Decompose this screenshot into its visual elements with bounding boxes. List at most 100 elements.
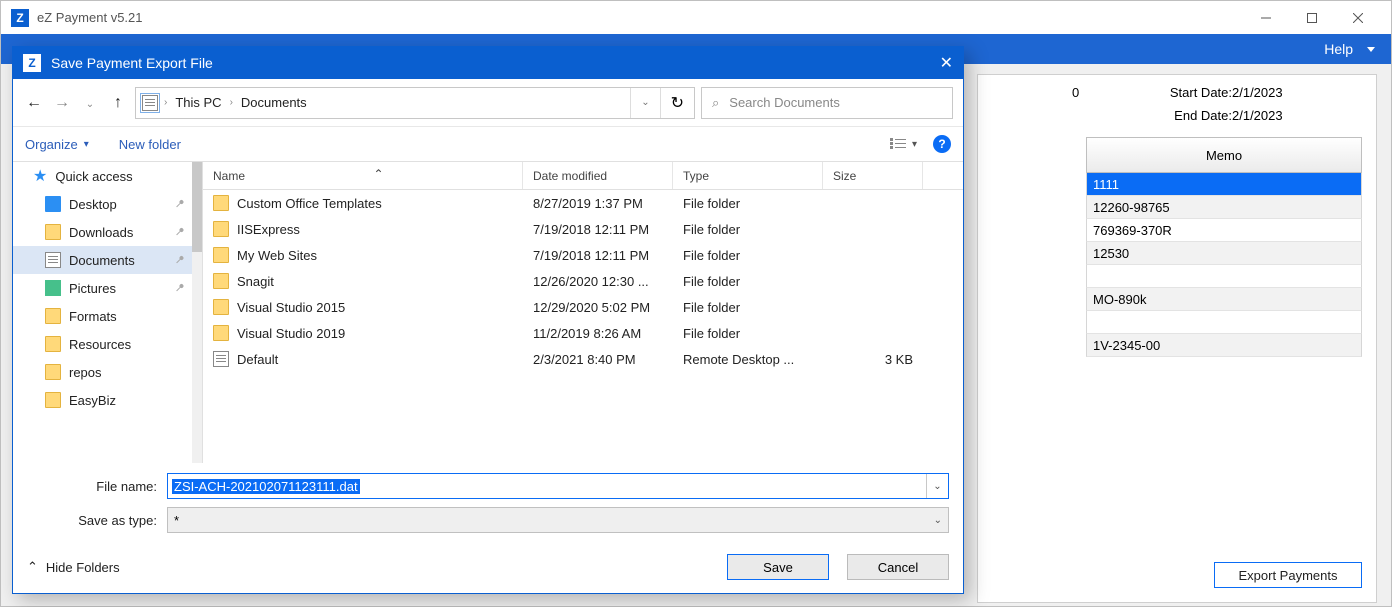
memo-row[interactable]: 12260-98765 <box>1086 196 1362 219</box>
search-placeholder: Search Documents <box>729 95 840 110</box>
file-type: File folder <box>673 222 823 237</box>
dialog-toolbar: Organize ▾ New folder ▾ ? <box>13 127 963 161</box>
hide-folders-button[interactable]: ⌃ Hide Folders <box>27 559 120 575</box>
pic-icon <box>45 280 61 296</box>
filename-dropdown[interactable]: ⌄ <box>926 474 948 498</box>
column-type[interactable]: Type <box>673 162 823 189</box>
file-list: Name⌃ Date modified Type Size Custom Off… <box>203 162 963 463</box>
doc-icon <box>45 252 61 268</box>
scrollbar-thumb[interactable] <box>192 162 202 252</box>
quick-access[interactable]: ★ Quick access <box>13 162 192 190</box>
folder-icon <box>213 273 229 289</box>
tree-scrollbar[interactable] <box>192 162 202 463</box>
search-input[interactable]: ⌕ Search Documents <box>701 87 953 119</box>
nav-back-button[interactable]: ← <box>23 94 45 112</box>
chevron-up-icon: ⌃ <box>27 559 38 575</box>
end-date-value[interactable]: 2/1/2023 <box>1232 108 1362 123</box>
tree-item[interactable]: Pictures <box>13 274 192 302</box>
breadcrumb-root[interactable]: This PC <box>167 95 229 110</box>
tree-item[interactable]: Formats <box>13 302 192 330</box>
file-name: My Web Sites <box>237 248 317 263</box>
tree-item[interactable]: Documents <box>13 246 192 274</box>
file-date: 8/27/2019 1:37 PM <box>523 196 673 211</box>
save-button[interactable]: Save <box>727 554 829 580</box>
tree-item[interactable]: Downloads <box>13 218 192 246</box>
close-button[interactable] <box>1335 3 1381 33</box>
column-name[interactable]: Name⌃ <box>203 162 523 189</box>
help-menu[interactable]: Help <box>1324 41 1375 57</box>
minimize-button[interactable] <box>1243 3 1289 33</box>
file-row[interactable]: Visual Studio 201512/29/2020 5:02 PMFile… <box>203 294 963 320</box>
new-folder-button[interactable]: New folder <box>119 137 181 152</box>
nav-recent-button[interactable]: ⌄ <box>79 94 101 112</box>
file-date: 12/26/2020 12:30 ... <box>523 274 673 289</box>
file-type: File folder <box>673 274 823 289</box>
column-size[interactable]: Size <box>823 162 923 189</box>
folder-icon <box>45 392 61 408</box>
tree-item[interactable]: repos <box>13 358 192 386</box>
organize-menu[interactable]: Organize ▾ <box>25 137 89 152</box>
file-date: 2/3/2021 8:40 PM <box>523 352 673 367</box>
tree-item-label: Pictures <box>69 281 116 296</box>
file-icon <box>213 351 229 367</box>
refresh-button[interactable]: ↻ <box>660 88 694 118</box>
export-payments-button[interactable]: Export Payments <box>1214 562 1362 588</box>
breadcrumb-bar[interactable]: › This PC › Documents ⌄ ↻ <box>135 87 695 119</box>
chevron-down-icon <box>1367 47 1375 52</box>
file-date: 11/2/2019 8:26 AM <box>523 326 673 341</box>
memo-column-header[interactable]: Memo <box>1086 137 1362 173</box>
memo-row[interactable]: 769369-370R <box>1086 219 1362 242</box>
file-row[interactable]: IISExpress7/19/2018 12:11 PMFile folder <box>203 216 963 242</box>
dialog-titlebar[interactable]: Z Save Payment Export File ✕ <box>13 47 963 79</box>
tree-item[interactable]: EasyBiz <box>13 386 192 414</box>
file-row[interactable]: My Web Sites7/19/2018 12:11 PMFile folde… <box>203 242 963 268</box>
saveastype-value: * <box>174 513 179 528</box>
help-button[interactable]: ? <box>933 135 951 153</box>
memo-row[interactable] <box>1086 265 1362 288</box>
view-options-button[interactable]: ▾ <box>890 138 917 150</box>
folder-icon <box>213 299 229 315</box>
memo-row[interactable]: MO-890k <box>1086 288 1362 311</box>
start-date-value[interactable]: 2/1/2023 <box>1232 85 1362 100</box>
saveastype-dropdown[interactable]: ⌄ <box>934 515 942 526</box>
filename-input[interactable]: ZSI-ACH-202102071123111.dat ⌄ <box>167 473 949 499</box>
column-date[interactable]: Date modified <box>523 162 673 189</box>
folder-icon <box>45 336 61 352</box>
memo-row[interactable]: 1111 <box>1086 173 1362 196</box>
file-row[interactable]: Visual Studio 201911/2/2019 8:26 AMFile … <box>203 320 963 346</box>
folder-icon <box>45 364 61 380</box>
folder-icon <box>213 325 229 341</box>
tree-item[interactable]: Desktop <box>13 190 192 218</box>
folder-icon <box>45 308 61 324</box>
save-file-dialog: Z Save Payment Export File ✕ ← → ⌄ ↑ › T… <box>12 46 964 594</box>
star-icon: ★ <box>33 166 47 186</box>
nav-forward-button[interactable]: → <box>51 94 73 112</box>
desk-icon <box>45 196 61 212</box>
breadcrumb-leaf[interactable]: Documents <box>233 95 315 110</box>
breadcrumb-dropdown[interactable]: ⌄ <box>630 88 659 118</box>
saveastype-input[interactable]: * ⌄ <box>167 507 949 533</box>
file-row[interactable]: Custom Office Templates 8/27/2019 1:37 PM… <box>203 190 963 216</box>
file-row[interactable]: Default2/3/2021 8:40 PMRemote Desktop ..… <box>203 346 963 372</box>
end-date-label: End Date: <box>1102 108 1232 123</box>
memo-row[interactable]: 12530 <box>1086 242 1362 265</box>
maximize-button[interactable] <box>1289 3 1335 33</box>
tree-item[interactable]: Resources <box>13 330 192 358</box>
nav-up-button[interactable]: ↑ <box>107 94 129 112</box>
location-icon <box>140 93 160 113</box>
view-icon <box>890 138 906 150</box>
file-row[interactable]: Snagit12/26/2020 12:30 ...File folder <box>203 268 963 294</box>
dialog-title: Save Payment Export File <box>51 55 213 71</box>
file-list-header: Name⌃ Date modified Type Size <box>203 162 963 190</box>
memo-row[interactable]: 1V-2345-00 <box>1086 334 1362 357</box>
file-type: File folder <box>673 300 823 315</box>
app-logo-icon: Z <box>11 9 29 27</box>
tree-item-label: Downloads <box>69 225 133 240</box>
chevron-down-icon: ▾ <box>912 139 917 150</box>
cancel-button[interactable]: Cancel <box>847 554 949 580</box>
memo-row[interactable] <box>1086 311 1362 334</box>
dialog-close-button[interactable]: ✕ <box>940 53 953 73</box>
app-titlebar[interactable]: Z eZ Payment v5.21 <box>1 1 1391 34</box>
sort-indicator-icon: ⌃ <box>373 167 383 181</box>
file-name: Custom Office Templates <box>237 196 382 211</box>
